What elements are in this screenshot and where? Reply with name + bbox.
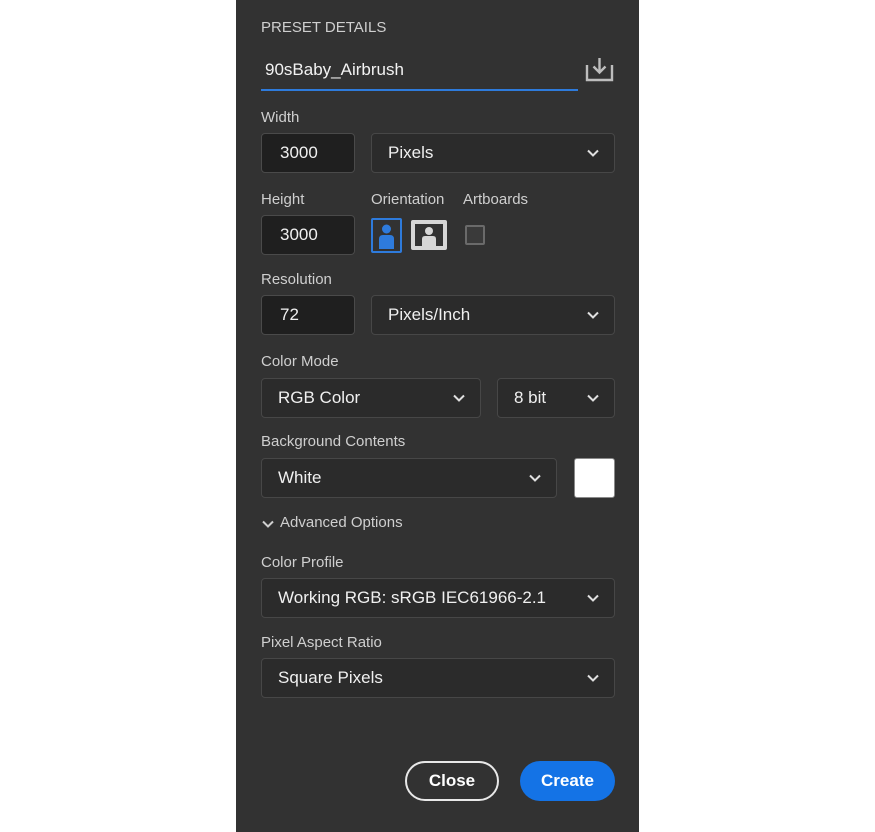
width-input[interactable]: 3000 <box>261 133 355 173</box>
width-label: Width <box>261 109 300 126</box>
resolution-unit-value: Pixels/Inch <box>388 305 471 324</box>
resolution-unit-select[interactable]: Pixels/Inch <box>371 295 615 335</box>
color-mode-select[interactable]: RGB Color <box>261 378 481 418</box>
resolution-input[interactable]: 72 <box>261 295 355 335</box>
color-profile-value: Working RGB: sRGB IEC61966-2.1 <box>278 588 547 607</box>
advanced-options-toggle[interactable]: Advanced Options <box>261 513 421 535</box>
width-unit-value: Pixels <box>388 143 434 162</box>
height-label: Height <box>261 191 305 208</box>
width-value: 3000 <box>280 143 318 162</box>
advanced-options-label: Advanced Options <box>280 514 403 531</box>
chevron-down-icon <box>528 471 542 485</box>
color-mode-label: Color Mode <box>261 353 339 370</box>
chevron-down-icon <box>586 591 600 605</box>
height-input[interactable]: 3000 <box>261 215 355 255</box>
save-preset-icon[interactable] <box>585 55 615 83</box>
portrait-icon <box>379 224 394 249</box>
landscape-orientation-button[interactable] <box>411 220 447 250</box>
pixel-aspect-ratio-value: Square Pixels <box>278 668 383 687</box>
artboards-label: Artboards <box>463 191 529 208</box>
section-title: PRESET DETAILS <box>261 19 387 36</box>
background-contents-select[interactable]: White <box>261 458 557 498</box>
resolution-label: Resolution <box>261 271 332 288</box>
width-unit-select[interactable]: Pixels <box>371 133 615 173</box>
chevron-down-icon <box>261 517 275 536</box>
background-contents-label: Background Contents <box>261 433 406 450</box>
pixel-aspect-ratio-select[interactable]: Square Pixels <box>261 658 615 698</box>
chevron-down-icon <box>586 671 600 685</box>
close-button[interactable]: Close <box>405 761 499 801</box>
preset-name-text: 90sBaby_Airbrush <box>265 60 404 79</box>
orientation-label: Orientation <box>371 191 445 208</box>
color-profile-label: Color Profile <box>261 554 344 571</box>
height-value: 3000 <box>280 225 318 244</box>
chevron-down-icon <box>586 391 600 405</box>
bit-depth-value: 8 bit <box>514 388 547 407</box>
resolution-value: 72 <box>280 305 299 324</box>
artboards-checkbox[interactable] <box>465 225 485 245</box>
background-color-swatch[interactable] <box>574 458 615 498</box>
create-button[interactable]: Create <box>520 761 615 801</box>
chevron-down-icon <box>586 146 600 160</box>
background-contents-value: White <box>278 468 322 487</box>
preset-name-input[interactable]: 90sBaby_Airbrush <box>261 54 578 91</box>
chevron-down-icon <box>586 308 600 322</box>
bit-depth-select[interactable]: 8 bit <box>497 378 615 418</box>
portrait-orientation-button[interactable] <box>371 218 402 253</box>
color-mode-value: RGB Color <box>278 388 361 407</box>
pixel-aspect-ratio-label: Pixel Aspect Ratio <box>261 634 382 651</box>
chevron-down-icon <box>452 391 466 405</box>
landscape-icon <box>422 227 436 246</box>
color-profile-select[interactable]: Working RGB: sRGB IEC61966-2.1 <box>261 578 615 618</box>
